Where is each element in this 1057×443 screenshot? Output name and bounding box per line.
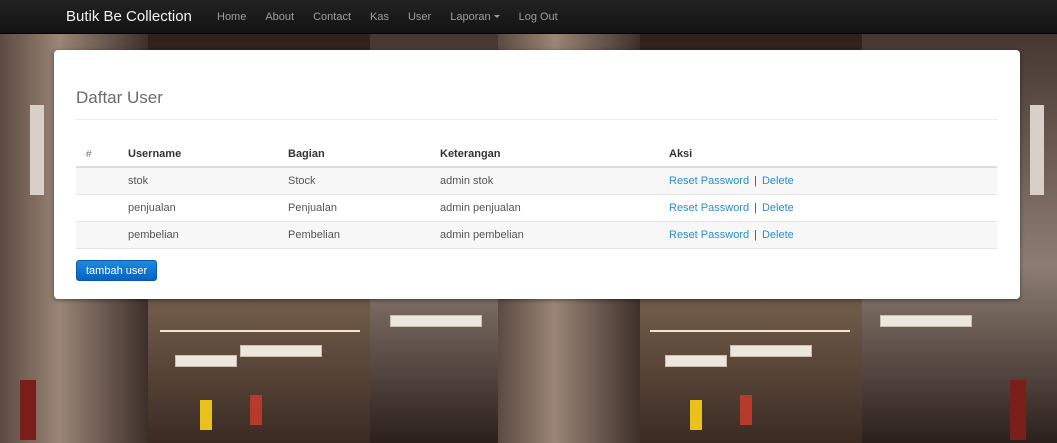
delete-link[interactable]: Delete <box>762 175 794 187</box>
col-header-keterangan: Keterangan <box>430 142 659 168</box>
cell-username: stok <box>118 167 278 195</box>
nav-laporan-dropdown[interactable]: Laporan <box>450 10 500 23</box>
cell-aksi: Reset Password | Delete <box>659 194 997 222</box>
nav-logout-link[interactable]: Log Out <box>519 11 558 23</box>
reset-password-link[interactable]: Reset Password <box>669 175 749 187</box>
table-row: pembelian Pembelian admin pembelian Rese… <box>76 221 997 249</box>
user-table: # Username Bagian Keterangan Aksi stok S… <box>76 142 997 249</box>
cell-number <box>76 221 118 249</box>
delete-link[interactable]: Delete <box>762 202 794 214</box>
top-navbar: Butik Be Collection Home About Contact K… <box>0 0 1057 34</box>
table-row: penjualan Penjualan admin penjualan Rese… <box>76 194 997 222</box>
add-user-button[interactable]: tambah user <box>76 260 158 281</box>
cell-bagian: Penjualan <box>278 194 430 222</box>
col-header-username: Username <box>118 142 278 168</box>
user-list-panel: Daftar User # Username Bagian Keterangan… <box>54 50 1020 299</box>
cell-number <box>76 167 118 195</box>
cell-username: penjualan <box>118 194 278 222</box>
cell-bagian: Stock <box>278 167 430 195</box>
cell-number <box>76 194 118 222</box>
nav-laporan-label: Laporan <box>450 10 491 23</box>
nav-kas-link[interactable]: Kas <box>370 11 389 23</box>
nav-user-link[interactable]: User <box>408 11 431 23</box>
page-title: Daftar User <box>76 88 163 107</box>
action-separator: | <box>754 175 757 187</box>
cell-bagian: Pembelian <box>278 221 430 249</box>
table-row: stok Stock admin stok Reset Password | Del… <box>76 167 997 195</box>
delete-link[interactable]: Delete <box>762 229 794 241</box>
cell-aksi: Reset Password | Delete <box>659 167 997 195</box>
cell-aksi: Reset Password | Delete <box>659 221 997 249</box>
caret-down-icon <box>493 15 500 18</box>
table-header-row: # Username Bagian Keterangan Aksi <box>76 142 997 168</box>
action-separator: | <box>754 229 757 241</box>
reset-password-link[interactable]: Reset Password <box>669 229 749 241</box>
nav-about-link[interactable]: About <box>265 11 294 23</box>
action-separator: | <box>754 202 757 214</box>
col-header-number: # <box>76 142 118 168</box>
cell-username: pembelian <box>118 221 278 249</box>
col-header-bagian: Bagian <box>278 142 430 168</box>
col-header-aksi: Aksi <box>659 142 997 168</box>
brand-link[interactable]: Butik Be Collection <box>66 0 192 33</box>
cell-keterangan: admin penjualan <box>430 194 659 222</box>
nav-menu: Home About Contact Kas User Laporan Log … <box>217 0 577 33</box>
nav-home-link[interactable]: Home <box>217 11 246 23</box>
cell-keterangan: admin pembelian <box>430 221 659 249</box>
reset-password-link[interactable]: Reset Password <box>669 202 749 214</box>
nav-contact-link[interactable]: Contact <box>313 11 351 23</box>
title-divider <box>76 119 998 120</box>
cell-keterangan: admin stok <box>430 167 659 195</box>
